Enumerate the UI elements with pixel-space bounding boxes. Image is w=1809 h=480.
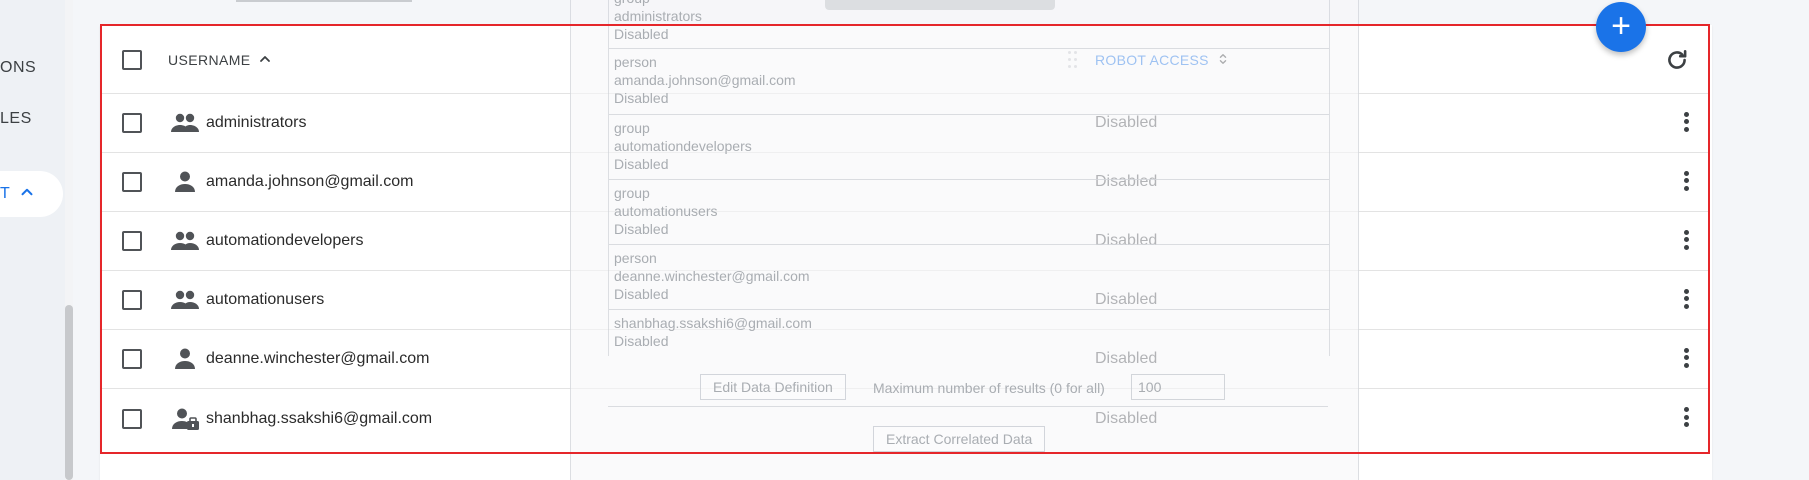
plus-icon: + — [1611, 7, 1631, 45]
more-options-icon[interactable] — [1682, 286, 1690, 314]
column-header-username[interactable]: USERNAME — [168, 52, 271, 68]
column-header-label: USERNAME — [168, 51, 251, 68]
robot-access-cell: Disabled — [1095, 173, 1158, 190]
sidebar: ONS LES T — [0, 0, 65, 480]
row-checkbox[interactable] — [122, 408, 142, 429]
more-options-icon[interactable] — [1682, 345, 1690, 373]
robot-access-cell: Disabled — [1095, 114, 1158, 131]
sidebar-item-label: ONS — [0, 59, 37, 76]
add-user-button[interactable]: + — [1596, 2, 1646, 52]
sidebar-item-label: LES — [0, 110, 32, 127]
robot-access-cell: Disabled — [1095, 350, 1158, 367]
row-checkbox[interactable] — [122, 290, 142, 310]
group-icon — [170, 229, 200, 253]
row-checkbox[interactable] — [122, 231, 142, 251]
table-row[interactable]: deanne.winchester@gmail.com Disabled — [102, 330, 1708, 389]
robot-access-cell: Disabled — [1095, 409, 1158, 427]
table-header-row: USERNAME ROBOT ACCESS — [102, 26, 1708, 94]
row-checkbox[interactable] — [122, 172, 142, 192]
sidebar-scrollbar-thumb[interactable] — [65, 305, 73, 480]
person-icon — [170, 170, 200, 194]
more-options-icon[interactable] — [1682, 405, 1690, 433]
search-field-edge — [236, 0, 412, 2]
username-cell: deanne.winchester@gmail.com — [206, 350, 430, 367]
more-options-icon[interactable] — [1682, 168, 1690, 196]
more-options-icon[interactable] — [1682, 227, 1690, 255]
sort-ascending-icon — [259, 52, 271, 68]
group-icon — [170, 288, 200, 312]
column-header-label: ROBOT ACCESS — [1095, 51, 1209, 68]
person-key-icon — [170, 407, 200, 431]
more-options-icon[interactable] — [1682, 109, 1690, 137]
table-row[interactable]: administrators Disabled — [102, 94, 1708, 153]
sidebar-item-label: T — [0, 185, 10, 202]
username-cell: automationdevelopers — [206, 232, 364, 249]
row-checkbox[interactable] — [122, 113, 142, 133]
sidebar-item-les[interactable]: LES — [0, 110, 32, 128]
select-all-checkbox[interactable] — [122, 49, 142, 70]
column-header-robot-access[interactable]: ROBOT ACCESS — [1095, 52, 1229, 68]
table-row[interactable]: automationdevelopers Disabled — [102, 212, 1708, 271]
table-row[interactable]: amanda.johnson@gmail.com Disabled — [102, 153, 1708, 212]
username-cell: amanda.johnson@gmail.com — [206, 173, 414, 190]
person-icon — [170, 347, 200, 371]
robot-access-cell: Disabled — [1095, 232, 1158, 249]
robot-access-cell: Disabled — [1095, 291, 1158, 308]
refresh-icon[interactable] — [1664, 47, 1690, 73]
username-cell: administrators — [206, 114, 307, 131]
table-row[interactable]: automationusers Disabled — [102, 271, 1708, 330]
sort-toggle-icon — [1217, 52, 1229, 68]
table-row[interactable]: shanbhag.ssakshi6@gmail.com Disabled — [102, 389, 1708, 448]
group-icon — [170, 111, 200, 135]
chevron-up-icon — [18, 183, 36, 206]
username-cell: shanbhag.ssakshi6@gmail.com — [206, 409, 433, 427]
row-checkbox[interactable] — [122, 349, 142, 369]
username-cell: automationusers — [206, 291, 325, 308]
sidebar-item-active[interactable]: T — [0, 171, 63, 217]
column-drag-handle-icon[interactable] — [1068, 50, 1078, 69]
sidebar-item-ons[interactable]: ONS — [0, 59, 36, 77]
